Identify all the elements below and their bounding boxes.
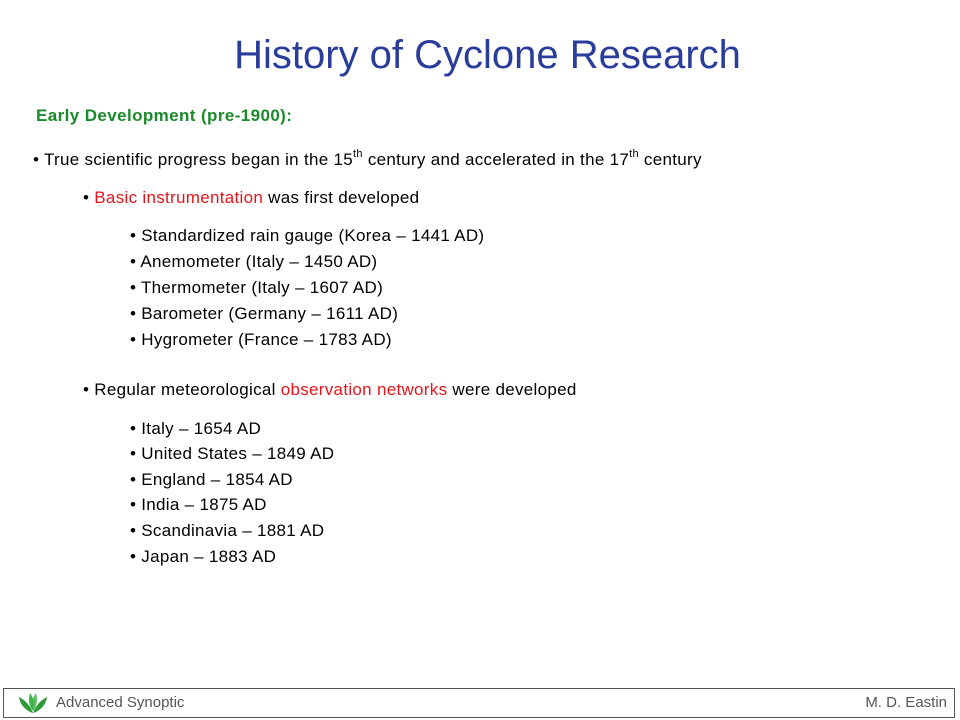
intro-text-part2: century and accelerated in the 17 bbox=[362, 150, 630, 169]
footer-bar: Advanced Synoptic M. D. Eastin bbox=[3, 688, 955, 718]
leaf-logo-icon bbox=[19, 693, 47, 713]
section-heading: Early Development (pre-1900): bbox=[36, 106, 293, 125]
networks-after: were developed bbox=[447, 380, 577, 399]
instrument-item: • Standardized rain gauge (Korea – 1441 … bbox=[130, 226, 485, 245]
bullet-glyph: • bbox=[83, 380, 90, 399]
network-item: • Scandinavia – 1881 AD bbox=[130, 521, 325, 540]
bullet-glyph: • bbox=[83, 188, 90, 207]
instrument-item: • Thermometer (Italy – 1607 AD) bbox=[130, 278, 384, 297]
instrument-item: • Hygrometer (France – 1783 AD) bbox=[130, 330, 392, 349]
intro-bullet: • True scientific progress began in the … bbox=[33, 148, 702, 170]
instrument-item: • Anemometer (Italy – 1450 AD) bbox=[130, 252, 378, 271]
network-item: • Italy – 1654 AD bbox=[130, 419, 262, 438]
networks-bullet: • Regular meteorological observation net… bbox=[83, 380, 577, 400]
bullet-glyph: • bbox=[33, 150, 40, 169]
intro-text-part1: True scientific progress began in the 15 bbox=[43, 150, 354, 169]
networks-before: Regular meteorological bbox=[94, 380, 281, 399]
network-item: • Japan – 1883 AD bbox=[130, 547, 277, 566]
slide-title: History of Cyclone Research bbox=[234, 33, 741, 77]
network-item: • United States – 1849 AD bbox=[130, 444, 335, 463]
intro-superscript-1: th bbox=[353, 148, 363, 161]
intro-text-part3: century bbox=[638, 150, 702, 169]
footer-author: M. D. Eastin bbox=[865, 694, 947, 711]
instrumentation-bullet: • Basic instrumentation was first develo… bbox=[83, 188, 419, 208]
network-item: • England – 1854 AD bbox=[130, 470, 293, 489]
instrument-item: • Barometer (Germany – 1611 AD) bbox=[130, 304, 399, 323]
intro-superscript-2: th bbox=[629, 148, 639, 161]
network-item: • India – 1875 AD bbox=[130, 495, 267, 514]
networks-highlight: observation networks bbox=[280, 380, 448, 399]
footer-course-name: Advanced Synoptic bbox=[56, 694, 185, 711]
instrumentation-highlight: Basic instrumentation bbox=[94, 188, 264, 207]
instrumentation-rest: was first developed bbox=[263, 188, 420, 207]
